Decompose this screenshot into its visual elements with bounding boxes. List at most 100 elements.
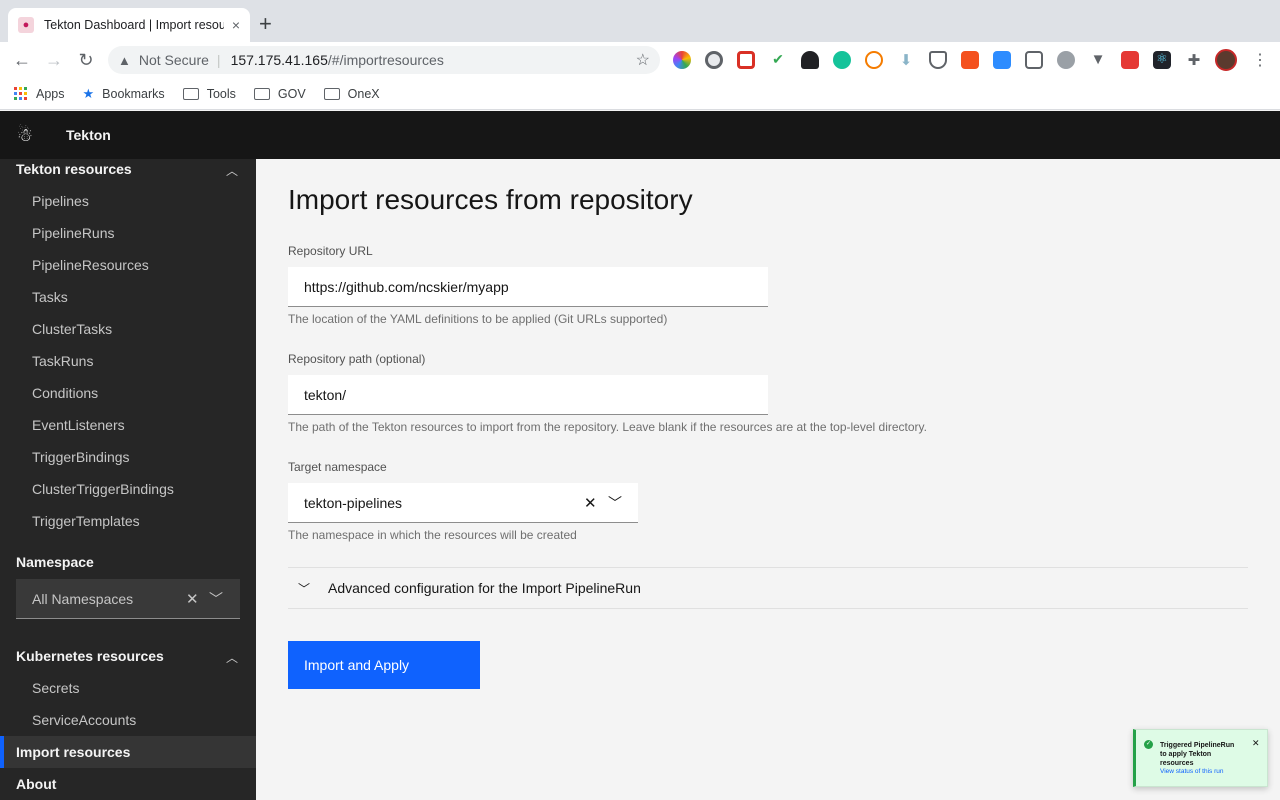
sidebar-item-taskruns[interactable]: TaskRuns bbox=[32, 353, 93, 369]
folder-icon bbox=[182, 87, 199, 100]
sidebar-item-import-resources[interactable]: Import resources bbox=[16, 744, 130, 760]
namespace-label: Namespace bbox=[16, 554, 94, 570]
namespace-value: All Namespaces bbox=[32, 590, 134, 607]
tekton-favicon-icon: ● bbox=[18, 17, 34, 33]
app-title[interactable]: Tekton bbox=[66, 127, 111, 143]
checkmark-circle-icon: ✓ bbox=[1144, 740, 1153, 749]
zoom-extension-icon[interactable] bbox=[993, 51, 1011, 69]
calendar-extension-icon[interactable] bbox=[1025, 51, 1043, 69]
chart-extension-icon[interactable] bbox=[961, 51, 979, 69]
extensions-puzzle-icon[interactable]: ✚ bbox=[1185, 51, 1203, 69]
bookmark-apps[interactable]: Apps bbox=[14, 86, 65, 101]
chevron-down-icon[interactable]: ﹀ bbox=[209, 589, 223, 609]
app-header: ☃ Tekton bbox=[0, 111, 1280, 159]
repo-path-input[interactable]: tekton/ bbox=[288, 375, 768, 415]
back-arrow-icon[interactable]: ← bbox=[11, 49, 33, 71]
chevron-up-icon[interactable]: ︿ bbox=[226, 649, 238, 666]
main-content: Import resources from repository Reposit… bbox=[256, 159, 1280, 800]
bookmarks-bar: Apps ★ Bookmarks Tools GOV OneX bbox=[0, 78, 1280, 110]
sidebar-item-pipelineruns[interactable]: PipelineRuns bbox=[32, 225, 115, 241]
sidebar-item-eventlisteners[interactable]: EventListeners bbox=[32, 417, 125, 433]
repo-url-input[interactable]: https://github.com/ncskier/myapp bbox=[288, 267, 768, 307]
vue-extension-icon[interactable]: ▼ bbox=[1089, 51, 1107, 69]
browser-menu-icon[interactable]: ⋮ bbox=[1252, 50, 1268, 70]
sidebar-section-kubernetes[interactable]: Kubernetes resources bbox=[16, 648, 164, 664]
sidebar-section-tekton[interactable]: Tekton resources bbox=[16, 161, 132, 177]
red-square-extension-icon[interactable] bbox=[1121, 51, 1139, 69]
import-and-apply-button[interactable]: Import and Apply bbox=[288, 641, 480, 689]
browser-tabstrip: ● Tekton Dashboard | Import resources × … bbox=[0, 0, 1280, 42]
browser-tab[interactable]: ● Tekton Dashboard | Import resources × bbox=[8, 8, 250, 42]
address-bar[interactable]: ▲ Not Secure | 157.175.41.165 /#/importr… bbox=[108, 46, 660, 74]
sidebar-item-pipelineresources[interactable]: PipelineResources bbox=[32, 257, 149, 273]
bookmark-folder-onex[interactable]: OneX bbox=[323, 86, 380, 101]
folder-icon bbox=[323, 87, 340, 100]
page-title: Import resources from repository bbox=[288, 184, 693, 215]
url-path: /#/importresources bbox=[327, 52, 444, 68]
reload-icon[interactable]: ↻ bbox=[75, 49, 97, 71]
sidebar-item-clustertriggerbindings[interactable]: ClusterTriggerBindings bbox=[32, 481, 174, 497]
sidebar-item-clustertasks[interactable]: ClusterTasks bbox=[32, 321, 112, 337]
chevron-up-icon[interactable]: ︿ bbox=[226, 162, 238, 179]
sidebar-item-secrets[interactable]: Secrets bbox=[32, 680, 79, 696]
advanced-config-accordion[interactable]: ﹀ Advanced configuration for the Import … bbox=[288, 567, 1248, 609]
repo-path-label: Repository path (optional) bbox=[288, 352, 426, 366]
incognito-extension-icon[interactable] bbox=[801, 51, 819, 69]
forward-arrow-icon[interactable]: → bbox=[43, 49, 65, 71]
sidebar-item-conditions[interactable]: Conditions bbox=[32, 385, 98, 401]
target-namespace-select[interactable]: tekton-pipelines ✕ ﹀ bbox=[288, 483, 638, 523]
clear-icon[interactable]: ✕ bbox=[186, 590, 199, 608]
grammarly-extension-icon[interactable] bbox=[833, 51, 851, 69]
chevron-down-icon: ﹀ bbox=[298, 581, 311, 596]
react-extension-icon[interactable]: ⚛ bbox=[1153, 51, 1171, 69]
folder-icon bbox=[253, 87, 270, 100]
chevron-down-icon[interactable]: ﹀ bbox=[608, 493, 622, 513]
color-picker-extension-icon[interactable] bbox=[673, 51, 691, 69]
repo-path-helper: The path of the Tekton resources to impo… bbox=[288, 420, 927, 434]
sidebar: Tekton resources ︿ Pipelines PipelineRun… bbox=[0, 159, 256, 800]
new-tab-button[interactable]: + bbox=[259, 13, 272, 35]
star-icon: ★ bbox=[82, 85, 95, 101]
warning-icon: ▲ bbox=[118, 52, 131, 68]
sidebar-item-triggertemplates[interactable]: TriggerTemplates bbox=[32, 513, 140, 529]
repo-url-value: https://github.com/ncskier/myapp bbox=[304, 278, 509, 295]
url-host: 157.175.41.165 bbox=[230, 52, 328, 68]
bookmark-label: Tools bbox=[206, 86, 236, 101]
sidebar-item-triggerbindings[interactable]: TriggerBindings bbox=[32, 449, 130, 465]
sidebar-item-tasks[interactable]: Tasks bbox=[32, 289, 68, 305]
apps-grid-icon bbox=[14, 86, 28, 101]
tekton-logo-icon[interactable]: ☃ bbox=[14, 124, 36, 146]
bookmark-label: GOV bbox=[277, 86, 306, 101]
red-extension-icon[interactable] bbox=[737, 51, 755, 69]
bookmark-folder-tools[interactable]: Tools bbox=[182, 86, 236, 101]
tab-title: Tekton Dashboard | Import resources bbox=[44, 18, 224, 32]
bookmark-bookmarks[interactable]: ★ Bookmarks bbox=[83, 86, 165, 102]
download-extension-icon[interactable]: ⬇ bbox=[897, 51, 915, 69]
bookmark-star-icon[interactable]: ☆ bbox=[636, 50, 650, 70]
bookmark-folder-gov[interactable]: GOV bbox=[253, 86, 306, 101]
checkmark-extension-icon[interactable]: ✔ bbox=[769, 51, 787, 69]
target-namespace-helper: The namespace in which the resources wil… bbox=[288, 528, 577, 542]
sidebar-item-serviceaccounts[interactable]: ServiceAccounts bbox=[32, 712, 136, 728]
toast-link[interactable]: View status of this run bbox=[1160, 768, 1223, 775]
namespace-select[interactable]: All Namespaces ✕ ﹀ bbox=[16, 579, 240, 619]
circle-extension-icon[interactable] bbox=[705, 51, 723, 69]
repo-url-helper: The location of the YAML definitions to … bbox=[288, 312, 668, 326]
browser-toolbar: ← → ↻ ▲ Not Secure | 157.175.41.165 /#/i… bbox=[0, 42, 1280, 78]
bookmark-label: OneX bbox=[347, 86, 380, 101]
bookmark-label: Bookmarks bbox=[102, 86, 165, 101]
bookmark-label: Apps bbox=[36, 86, 65, 101]
repo-url-label: Repository URL bbox=[288, 244, 373, 258]
advanced-config-label: Advanced configuration for the Import Pi… bbox=[328, 580, 641, 596]
target-namespace-label: Target namespace bbox=[288, 460, 387, 474]
close-icon[interactable]: ✕ bbox=[1252, 738, 1260, 749]
clear-icon[interactable]: ✕ bbox=[584, 494, 597, 512]
tab-close-icon[interactable]: × bbox=[232, 17, 240, 33]
pocket-extension-icon[interactable] bbox=[929, 51, 947, 69]
user-extension-icon[interactable] bbox=[1057, 51, 1075, 69]
toast-title: Triggered PipelineRun to apply Tekton re… bbox=[1160, 742, 1235, 767]
profile-avatar[interactable] bbox=[1215, 49, 1237, 71]
sidebar-item-about[interactable]: About bbox=[16, 776, 56, 792]
orange-extension-icon[interactable] bbox=[865, 51, 883, 69]
sidebar-item-pipelines[interactable]: Pipelines bbox=[32, 193, 89, 209]
